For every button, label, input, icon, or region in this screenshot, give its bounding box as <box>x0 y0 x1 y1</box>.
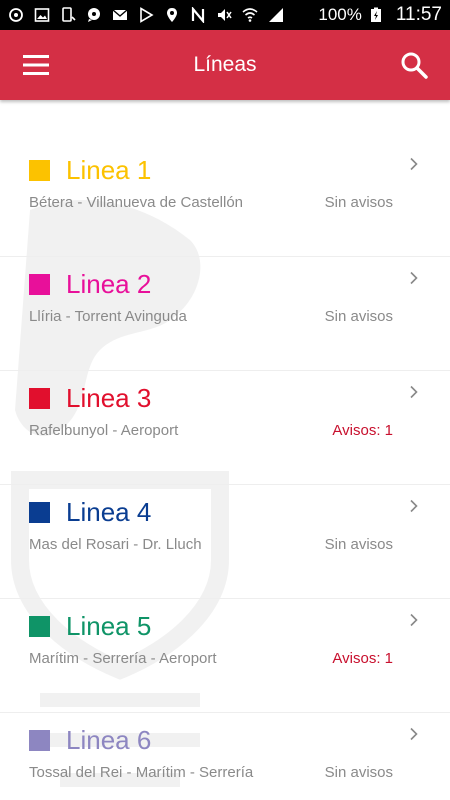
wifi-icon <box>242 7 258 23</box>
line-route: Rafelbunyol - Aeroport <box>29 422 179 439</box>
phone-rotate-icon <box>60 7 76 23</box>
search-icon <box>401 52 428 79</box>
line-color-swatch <box>29 730 50 751</box>
line-name: Linea 3 <box>66 383 152 413</box>
image-icon <box>34 7 50 23</box>
clock: 11:57 <box>395 4 442 25</box>
line-color-swatch <box>29 160 50 181</box>
nfc-icon <box>190 7 206 23</box>
line-name: Linea 2 <box>66 269 152 299</box>
play-store-icon <box>138 7 154 23</box>
line-name: Linea 1 <box>66 155 152 185</box>
line-item[interactable]: Linea 3 Rafelbunyol - Aeroport Avisos: 1 <box>0 371 450 485</box>
line-alert-status: Sin avisos <box>324 764 393 781</box>
line-route: Mas del Rosari - Dr. Lluch <box>29 536 202 553</box>
line-name: Linea 4 <box>66 497 152 527</box>
battery-percent: 100% <box>318 5 362 24</box>
status-right: 100% 11:57 <box>318 4 442 26</box>
chevron-right-icon <box>408 499 420 513</box>
mute-icon <box>216 7 232 23</box>
line-item[interactable]: Linea 4 Mas del Rosari - Dr. Lluch Sin avi… <box>0 485 450 599</box>
hamburger-menu-icon <box>23 55 49 75</box>
lines-list: Linea 1 Bétera - Villanueva de Castellón S… <box>0 143 450 800</box>
line-alert-status: Avisos: 1 <box>332 422 393 439</box>
line-route: Tossal del Rei - Marítim - Serrería <box>29 764 254 781</box>
search-button[interactable] <box>396 47 432 83</box>
notification-icons <box>8 7 284 23</box>
menu-button[interactable] <box>18 47 54 83</box>
app-bar: Líneas <box>0 30 450 100</box>
page-title: Líneas <box>193 53 257 76</box>
line-route: Marítim - Serrería - Aeroport <box>29 650 217 667</box>
line-item[interactable]: Linea 6 Tossal del Rei - Marítim - Serrer… <box>0 713 450 800</box>
lines-content[interactable]: Linea 1 Bétera - Villanueva de Castellón S… <box>0 100 450 800</box>
line-alert-status: Sin avisos <box>324 194 393 211</box>
line-item[interactable]: Linea 5 Marítim - Serrería - Aeroport Avis… <box>0 599 450 713</box>
location-icon <box>164 7 180 23</box>
line-route: Bétera - Villanueva de Castellón <box>29 194 244 211</box>
chevron-right-icon <box>408 157 420 171</box>
chevron-right-icon <box>408 385 420 399</box>
chat-icon <box>86 7 102 23</box>
line-item[interactable]: Linea 1 Bétera - Villanueva de Castellón S… <box>0 143 450 257</box>
line-name: Linea 5 <box>66 611 152 641</box>
line-alert-status: Avisos: 1 <box>332 650 393 667</box>
line-color-swatch <box>29 274 50 295</box>
line-route: Llíria - Torrent Avinguda <box>29 308 187 325</box>
line-alert-status: Sin avisos <box>324 536 393 553</box>
line-item[interactable]: Linea 2 Llíria - Torrent Avinguda Sin avis… <box>0 257 450 371</box>
line-name: Linea 6 <box>66 725 152 755</box>
status-bar: 100% 11:57 <box>0 0 450 30</box>
sync-icon <box>8 7 24 23</box>
mail-icon <box>112 7 128 23</box>
chevron-right-icon <box>408 271 420 285</box>
line-alert-status: Sin avisos <box>324 308 393 325</box>
chevron-right-icon <box>408 613 420 627</box>
chevron-right-icon <box>408 727 420 741</box>
line-color-swatch <box>29 388 50 409</box>
line-color-swatch <box>29 502 50 523</box>
battery-charging-icon <box>368 7 384 23</box>
line-color-swatch <box>29 616 50 637</box>
signal-icon <box>268 7 284 23</box>
